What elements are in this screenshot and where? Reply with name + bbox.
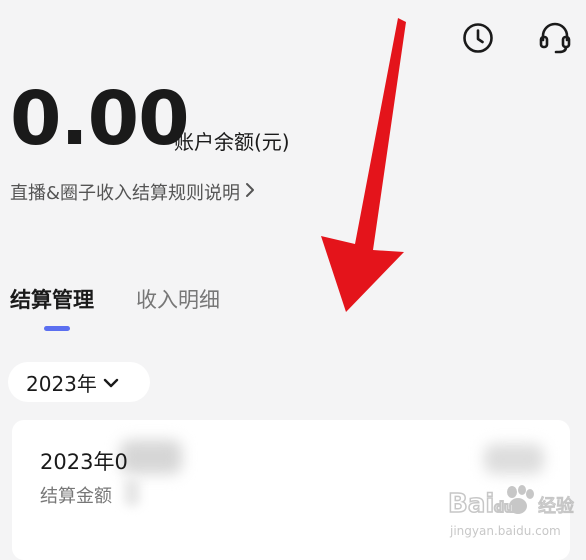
customer-service-button[interactable] [535,18,575,58]
headset-icon [537,20,573,56]
card-period: 2023年0 [40,450,128,474]
tab-settlement-management[interactable]: 结算管理 [10,284,94,314]
redacted-label-value [124,478,140,506]
year-selector[interactable]: 2023年 [8,362,150,402]
balance-amount: 0.00 [10,76,190,162]
baidu-jingyan-watermark: Bai du 经验 jingyan.baidu.com [447,485,575,538]
clock-icon [461,21,495,55]
rules-link-text: 直播&圈子收入结算规则说明 [10,183,241,204]
svg-text:du: du [494,500,514,516]
chevron-right-icon [244,181,256,204]
history-button[interactable] [458,18,498,58]
svg-text:jingyan.baidu.com: jingyan.baidu.com [449,524,561,538]
year-selector-value: 2023年 [26,371,97,396]
active-tab-indicator [44,326,70,331]
svg-text:Bai: Bai [448,489,494,519]
redacted-period-value [120,440,182,474]
card-amount-label: 结算金额 [40,486,112,507]
tab-income-details[interactable]: 收入明细 [136,284,220,314]
redacted-amount-value [484,444,544,474]
svg-text:经验: 经验 [538,496,574,517]
settlement-rules-link[interactable]: 直播&圈子收入结算规则说明 [10,179,256,205]
balance-label: 账户余额(元) [174,130,290,154]
chevron-down-icon [103,370,119,394]
